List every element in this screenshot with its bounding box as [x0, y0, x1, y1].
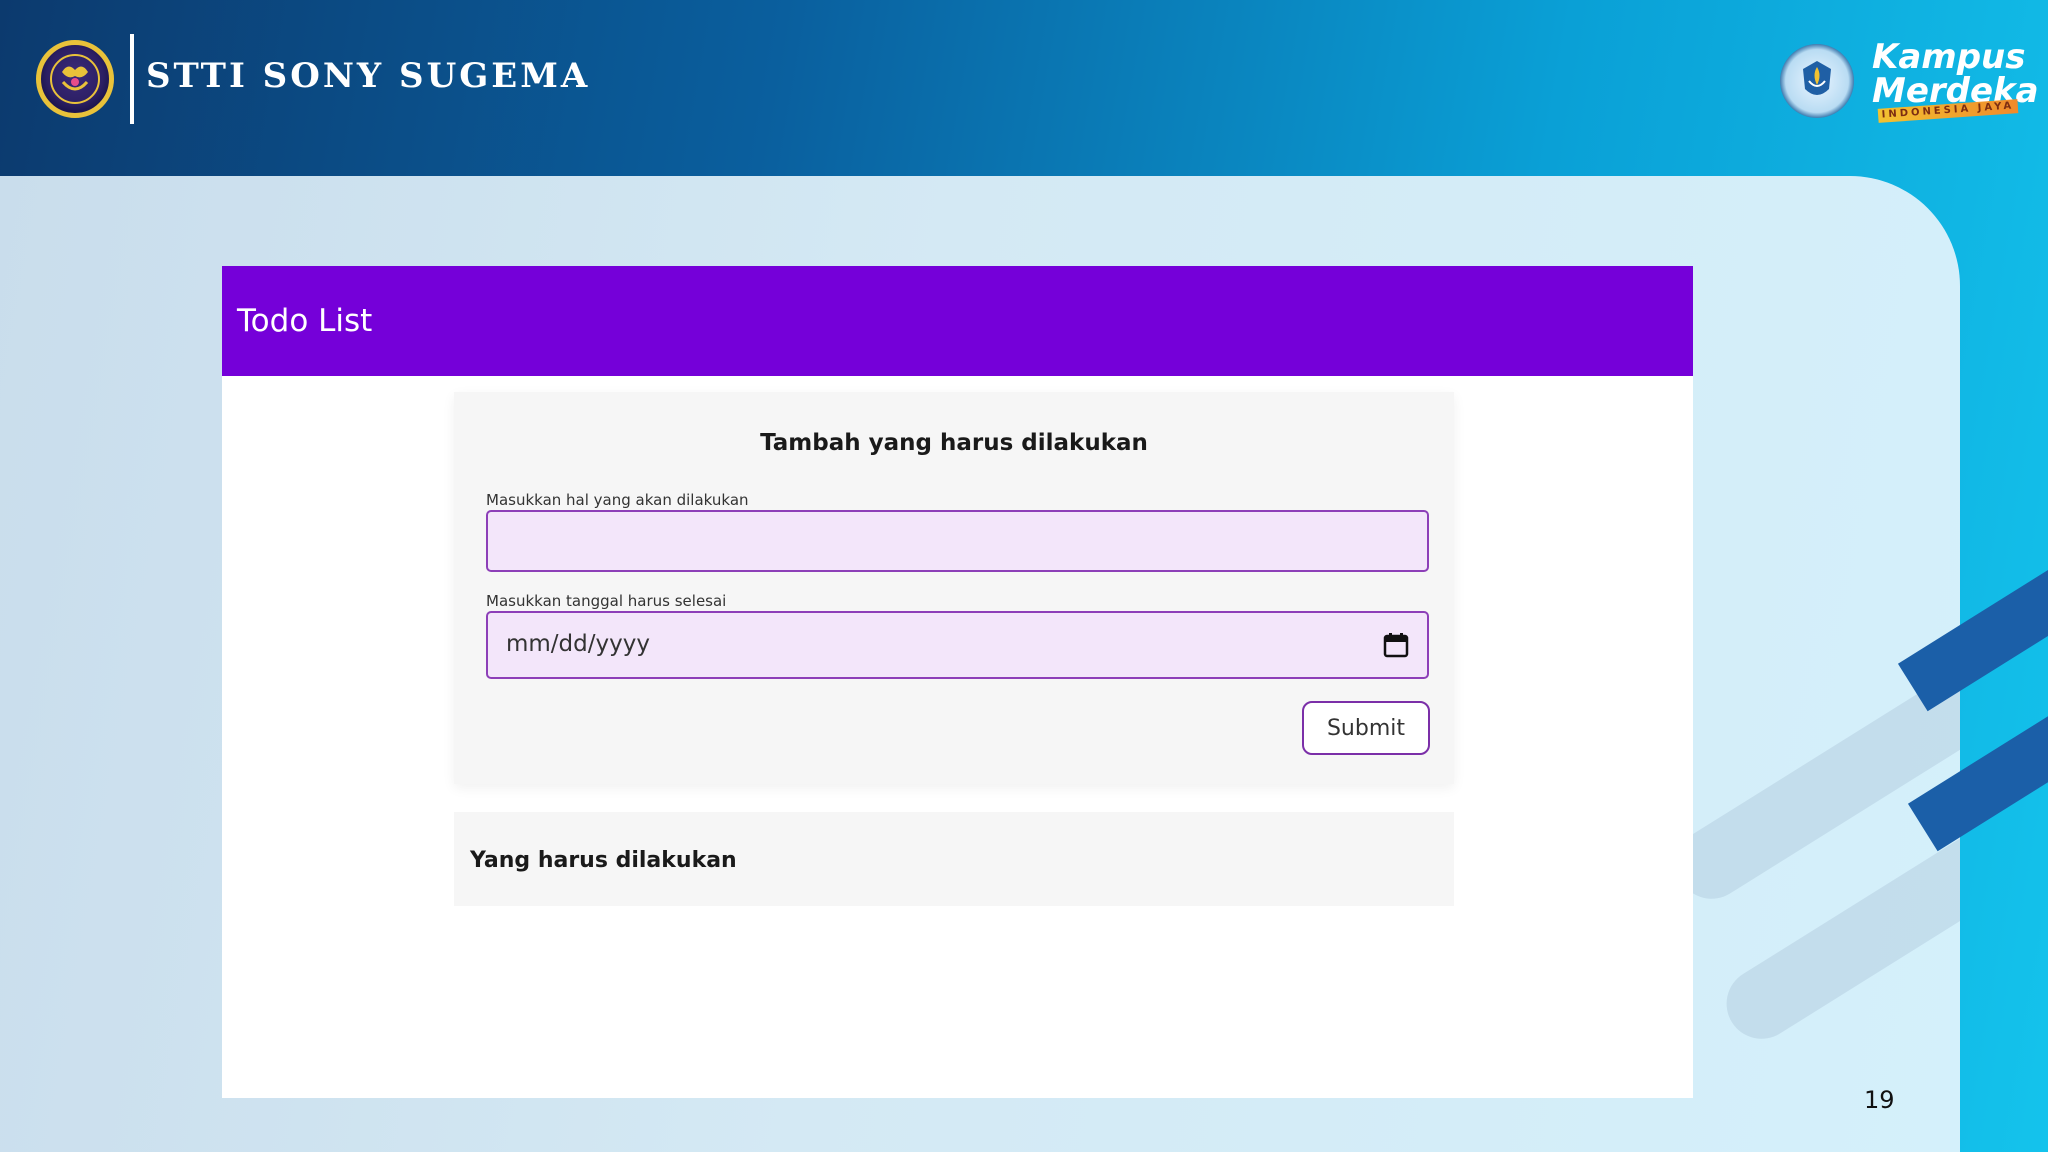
date-input-placeholder: mm/dd/yyyy	[506, 631, 650, 657]
app-header: Todo List	[222, 266, 1693, 376]
todo-app-window: Todo List Tambah yang harus dilakukan Ma…	[222, 266, 1693, 1098]
date-input[interactable]: mm/dd/yyyy	[486, 611, 1429, 679]
kampus-merdeka-line1: Kampus	[1872, 37, 2026, 77]
form-heading: Tambah yang harus dilakukan	[760, 430, 1148, 456]
todo-form-card: Tambah yang harus dilakukan Masukkan hal…	[454, 392, 1454, 784]
date-input-label: Masukkan tanggal harus selesai	[486, 592, 727, 610]
submit-button[interactable]: Submit	[1302, 701, 1430, 755]
institution-name: STTI SONY SUGEMA	[146, 56, 591, 96]
stti-logo-icon	[36, 40, 114, 118]
header-divider	[130, 34, 134, 124]
slide-page-number: 19	[1864, 1086, 1895, 1114]
todo-list-title: Yang harus dilakukan	[470, 848, 737, 873]
tut-wuri-handayani-icon	[1780, 44, 1854, 118]
task-input[interactable]	[486, 510, 1429, 572]
calendar-icon[interactable]	[1383, 632, 1409, 658]
task-input-label: Masukkan hal yang akan dilakukan	[486, 491, 749, 509]
slide: STTI SONY SUGEMA Kampus Merdeka INDONESI…	[0, 0, 2048, 1152]
app-title: Todo List	[237, 303, 373, 339]
kampus-merdeka-logo: Kampus Merdeka	[1872, 37, 2039, 108]
todo-list-card: Yang harus dilakukan	[454, 812, 1454, 906]
